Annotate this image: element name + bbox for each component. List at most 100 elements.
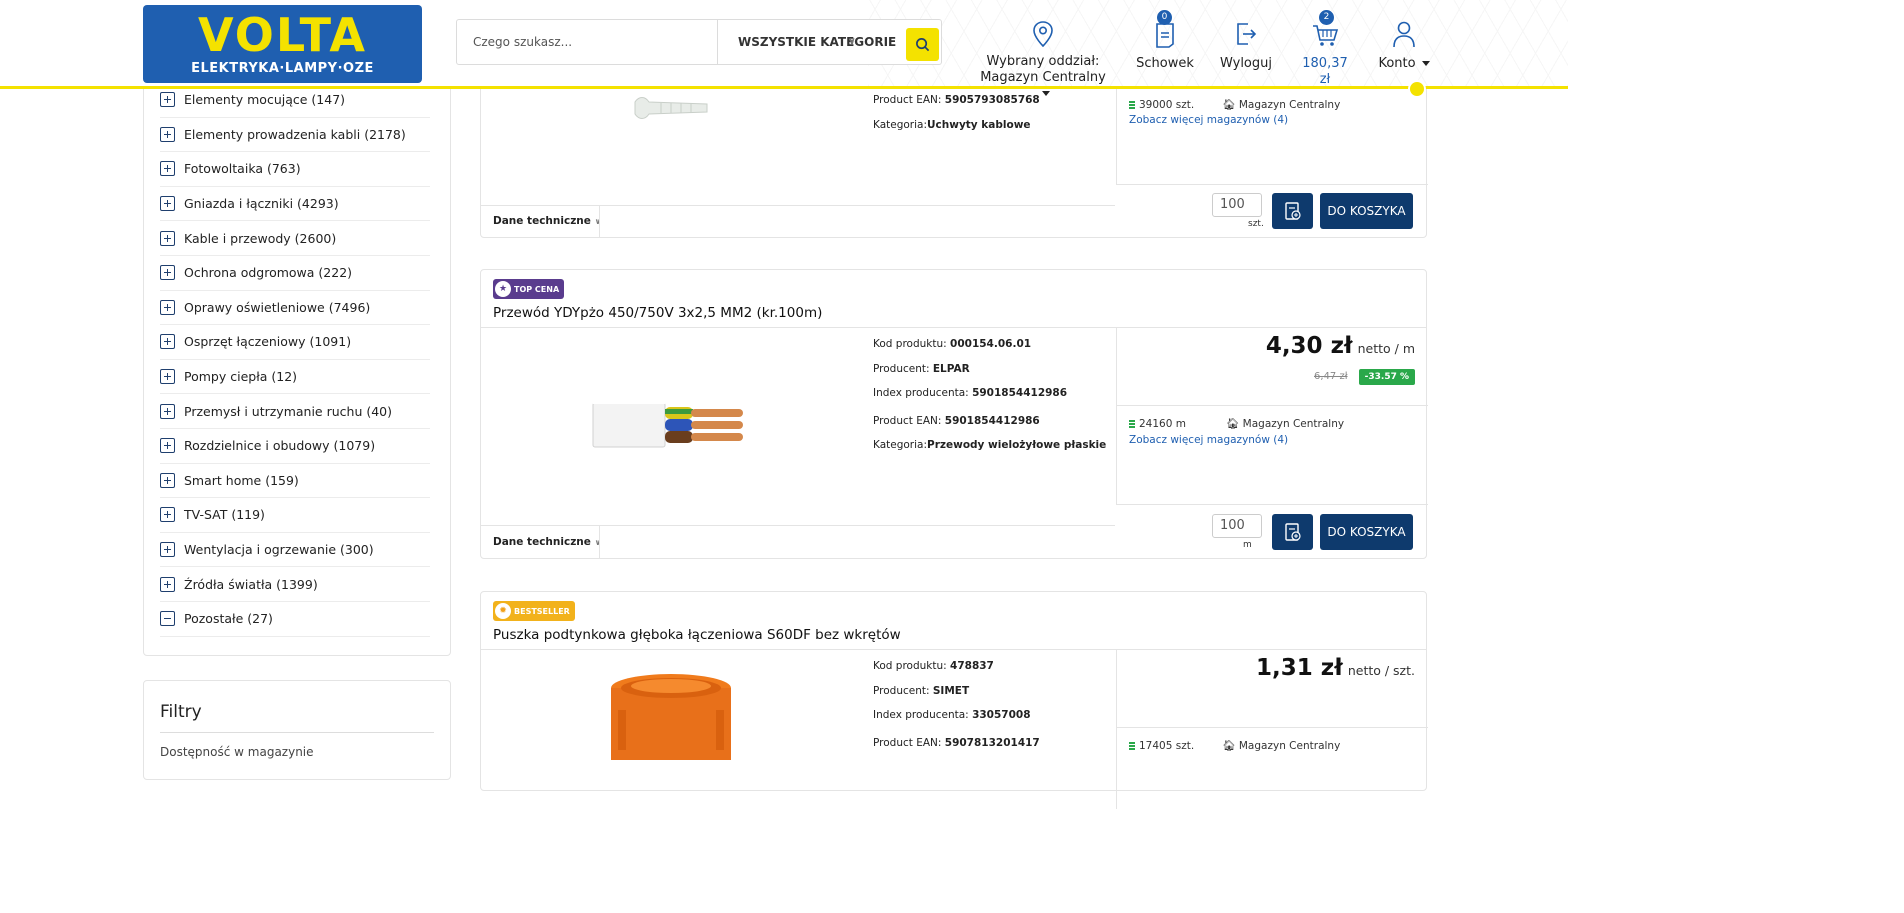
expand-icon[interactable] xyxy=(160,230,175,246)
category-label: Pompy ciepła (12) xyxy=(184,369,298,385)
category-item[interactable]: Pompy ciepła (12) xyxy=(160,360,430,395)
category-item[interactable]: TV-SAT (119) xyxy=(160,498,430,533)
category-item[interactable]: Źródła światła (1399) xyxy=(160,567,430,602)
ean-label: Product EAN: xyxy=(873,94,942,106)
expand-icon[interactable] xyxy=(160,576,175,592)
expand-icon[interactable] xyxy=(160,161,175,177)
add-to-cart-button[interactable]: DO KOSZYKA xyxy=(1320,514,1413,550)
search-button[interactable] xyxy=(906,28,939,61)
add-to-list-icon xyxy=(1284,202,1301,220)
filters-divider xyxy=(160,732,434,733)
quantity-unit: szt. xyxy=(1248,219,1264,229)
branch-name: Magazyn Centralny xyxy=(980,70,1106,85)
expand-icon[interactable] xyxy=(160,334,175,350)
add-to-list-button[interactable] xyxy=(1272,193,1313,229)
category-label: Źródła światła (1399) xyxy=(184,576,318,592)
search-icon xyxy=(916,38,930,52)
product-image[interactable] xyxy=(481,670,861,760)
code-value: 478837 xyxy=(950,660,994,672)
add-to-cart-button[interactable]: DO KOSZYKA xyxy=(1320,193,1413,229)
category-item[interactable]: Przemysł i utrzymanie ruchu (40) xyxy=(160,394,430,429)
more-warehouses-link[interactable]: Zobacz więcej magazynów (4) xyxy=(1129,434,1288,446)
search-input[interactable] xyxy=(457,20,717,64)
chevron-down-icon: ∨ xyxy=(594,538,602,547)
product-title[interactable]: Przewód YDYpżo 450/750V 3x2,5 MM2 (kr.10… xyxy=(493,305,1414,321)
index-value: 5901854412986 xyxy=(972,387,1068,399)
caret-down-icon xyxy=(1042,91,1050,96)
chevron-down-icon: ∨ xyxy=(847,36,856,47)
expand-icon[interactable] xyxy=(160,438,175,454)
category-item[interactable]: Gniazda i łączniki (4293) xyxy=(160,187,430,222)
footer-divider xyxy=(599,205,600,238)
category-item[interactable]: Smart home (159) xyxy=(160,464,430,499)
category-item[interactable]: Osprzęt łączeniowy (1091) xyxy=(160,325,430,360)
collapse-icon[interactable] xyxy=(160,611,175,627)
expand-icon[interactable] xyxy=(160,507,175,523)
add-to-list-icon xyxy=(1284,523,1301,541)
category-item[interactable]: Rozdzielnice i obudowy (1079) xyxy=(160,429,430,464)
expand-icon[interactable] xyxy=(160,299,175,315)
filters-panel: Filtry Dostępność w magazynie xyxy=(143,680,451,780)
category-item[interactable]: Elementy prowadzenia kabli (2178) xyxy=(160,118,430,153)
logout-link[interactable]: Wyloguj xyxy=(1218,12,1274,72)
category-item[interactable]: Oprawy oświetleniowe (7496) xyxy=(160,291,430,326)
clipboard-link[interactable]: 0 Schowek xyxy=(1135,10,1195,72)
stock-quantity: 24160 m xyxy=(1139,418,1186,430)
category-value[interactable]: Przewody wielożyłowe płaskie xyxy=(927,439,1106,451)
category-value[interactable]: Uchwyty kablowe xyxy=(927,119,1031,131)
category-item[interactable]: Wentylacja i ogrzewanie (300) xyxy=(160,533,430,568)
expand-icon[interactable] xyxy=(160,196,175,212)
expand-icon[interactable] xyxy=(160,92,175,108)
account-menu[interactable]: Konto xyxy=(1378,12,1430,72)
category-item[interactable]: Kable i przewody (2600) xyxy=(160,221,430,256)
quantity-input[interactable]: 100 xyxy=(1212,193,1262,217)
category-item[interactable]: Pozostałe (27) xyxy=(160,602,430,637)
category-label: Kable i przewody (2600) xyxy=(184,230,337,246)
category-select-label: WSZYSTKIE KATEGORIE xyxy=(738,35,897,49)
logo-sub-text: ELEKTRYKA·LAMPY·OZE xyxy=(191,61,374,76)
stock-quantity: 39000 szt. xyxy=(1139,99,1195,111)
category-label: Ochrona odgromowa (222) xyxy=(184,265,353,281)
clipboard-label: Schowek xyxy=(1136,56,1194,71)
producer-value: ELPAR xyxy=(932,362,970,375)
product-title[interactable]: Puszka podtynkowa głęboka łączeniowa S60… xyxy=(493,627,1414,643)
stock-level-icon xyxy=(1129,101,1135,109)
category-label: Pozostałe (27) xyxy=(184,611,273,627)
category-item[interactable]: Ochrona odgromowa (222) xyxy=(160,256,430,291)
badge-label: TOP CENA xyxy=(514,284,560,294)
producer-label: Producent: xyxy=(873,362,930,375)
product-image[interactable] xyxy=(481,87,861,127)
add-to-list-button[interactable] xyxy=(1272,514,1313,550)
ean-label: Product EAN: xyxy=(873,414,942,427)
category-list: Elementy mocujące (147) Elementy prowadze… xyxy=(160,83,430,637)
branch-label: Wybrany oddział: xyxy=(986,54,1100,69)
tech-data-toggle[interactable]: Dane techniczne ∨ xyxy=(493,536,601,548)
expand-icon[interactable] xyxy=(160,542,175,558)
location-pin-icon xyxy=(980,12,1106,48)
quantity-input[interactable]: 100 xyxy=(1212,514,1262,538)
branch-selector[interactable]: Wybrany oddział: Magazyn Centralny xyxy=(980,12,1106,102)
expand-icon[interactable] xyxy=(160,472,175,488)
badge-label: BESTSELLER xyxy=(514,606,570,616)
category-label: Oprawy oświetleniowe (7496) xyxy=(184,299,371,315)
more-warehouses-link[interactable]: Zobacz więcej magazynów (4) xyxy=(1129,114,1288,126)
expand-icon[interactable] xyxy=(160,369,175,385)
expand-icon[interactable] xyxy=(160,265,175,281)
category-item[interactable]: Fotowoltaika (763) xyxy=(160,152,430,187)
code-label: Kod produktu: xyxy=(873,338,947,350)
filters-title: Filtry xyxy=(160,702,202,722)
logout-label: Wyloguj xyxy=(1220,56,1272,71)
cart-link[interactable]: 2 180,37 zł xyxy=(1298,10,1352,88)
site-header: VOLTA ELEKTRYKA·LAMPY·OZE WSZYSTKIE KATE… xyxy=(0,0,1568,96)
ean-value: 5907813201417 xyxy=(944,736,1040,749)
expand-icon[interactable] xyxy=(160,126,175,142)
category-select[interactable]: WSZYSTKIE KATEGORIE ∨ xyxy=(717,20,902,64)
cart-icon: 2 xyxy=(1298,10,1352,48)
expand-icon[interactable] xyxy=(160,403,175,419)
tech-data-toggle[interactable]: Dane techniczne ∨ xyxy=(493,215,601,227)
product-image[interactable] xyxy=(481,370,861,480)
volta-logo[interactable]: VOLTA ELEKTRYKA·LAMPY·OZE xyxy=(143,5,422,83)
warehouse-icon: 🏠︎ xyxy=(1225,418,1240,430)
producer-label: Producent: xyxy=(873,684,930,697)
filters-availability[interactable]: Dostępność w magazynie xyxy=(160,745,450,759)
